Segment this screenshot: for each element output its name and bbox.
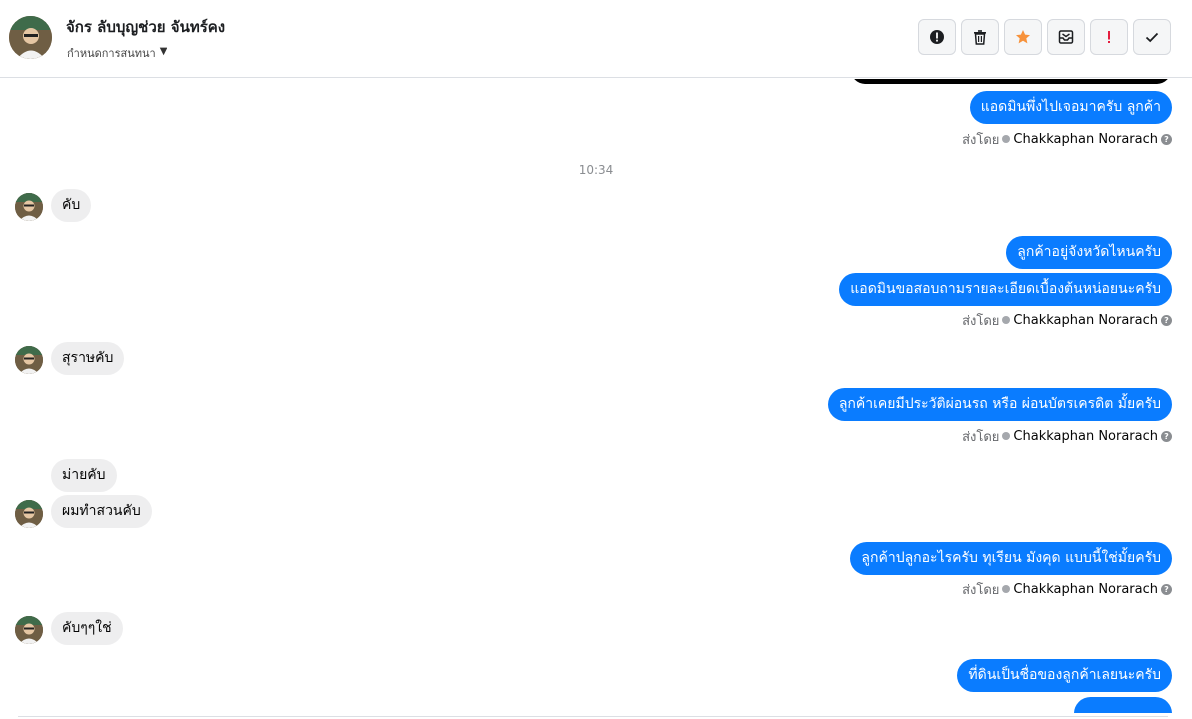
outgoing-message[interactable]: แอดมินพึ่งไปเจอมาครับ ลูกค้า [969,91,1172,124]
agent-name[interactable]: Chakkaphan Norarach [1013,429,1158,444]
agent-name[interactable]: Chakkaphan Norarach [1013,132,1158,147]
report-button[interactable] [918,19,956,55]
contact-avatar [15,193,43,221]
conversation-header: จักร ลับบุญช่วย จันทร์คง กำหนดการสนทนา ▼ [0,0,1192,78]
sent-by-label: ส่งโดย Chakkaphan Norarach ? [962,130,1172,148]
conversation-toolbar [918,19,1171,55]
sent-by-prefix: ส่งโดย [962,313,1000,329]
contact-avatar [15,616,43,644]
incoming-message[interactable]: ม่ายคับ [51,459,117,492]
contact-avatar [15,346,43,374]
outgoing-message-partial[interactable] [1074,697,1172,713]
outgoing-message[interactable]: ลูกค้าอยู่จังหวัดไหนครับ [1006,236,1172,269]
help-icon[interactable]: ? [1161,430,1172,442]
chevron-down-icon: ▼ [159,46,168,57]
sent-by-label: ส่งโดย Chakkaphan Norarach ? [962,427,1172,445]
verified-icon [1002,316,1011,324]
contact-name[interactable]: จักร ลับบุญช่วย จันทร์คง [66,15,225,39]
sent-by-label: ส่งโดย Chakkaphan Norarach ? [962,580,1172,598]
assign-label: กำหนดการสนทนา [67,47,156,60]
verified-icon [1002,432,1011,440]
contact-avatar[interactable] [9,16,52,59]
time-separator: 10:34 [578,163,614,177]
verified-icon [1002,135,1011,143]
sent-by-prefix: ส่งโดย [962,429,1000,445]
incoming-message[interactable]: ผมทำสวนคับ [51,495,152,528]
sent-by-prefix: ส่งโดย [962,132,1000,148]
verified-icon [1002,585,1011,593]
exclamation-icon [1108,31,1110,43]
star-button[interactable] [1004,19,1042,55]
agent-name[interactable]: Chakkaphan Norarach [1013,582,1158,597]
incoming-message[interactable]: สุราษคับ [51,342,125,375]
message-thread[interactable]: แอดมินพึ่งไปเจอมาครับ ลูกค้า ส่งโดย Chak… [0,79,1192,713]
outgoing-message[interactable]: ลูกค้าเคยมีประวัติผ่อนรถ หรือ ผ่อนบัตรเค… [827,388,1172,421]
assign-conversation-dropdown[interactable]: กำหนดการสนทนา ▼ [67,44,167,60]
alert-circle-icon [930,30,944,44]
help-icon[interactable]: ? [1161,583,1172,595]
outgoing-message[interactable]: แอดมินขอสอบถามรายละเอียดเบื้องต้นหน่อยนะ… [839,273,1172,306]
help-icon[interactable]: ? [1161,314,1172,326]
follow-up-button[interactable] [1090,19,1128,55]
sent-by-prefix: ส่งโดย [962,582,1000,598]
incoming-message[interactable]: คับ [51,189,92,222]
trash-icon [974,30,986,45]
image-attachment[interactable] [851,79,1171,84]
agent-name[interactable]: Chakkaphan Norarach [1013,313,1158,328]
mark-done-button[interactable] [1133,19,1171,55]
check-icon [1145,32,1159,43]
move-to-inbox-button[interactable] [1047,19,1085,55]
incoming-message[interactable]: คับๆๆใช่ [51,612,123,645]
contact-avatar [15,500,43,528]
sent-by-label: ส่งโดย Chakkaphan Norarach ? [962,311,1172,329]
outgoing-message[interactable]: ที่ดินเป็นชื่อของลูกค้าเลยนะครับ [957,659,1172,692]
delete-button[interactable] [961,19,999,55]
help-icon[interactable]: ? [1161,133,1172,145]
composer-divider [18,716,1168,717]
inbox-icon [1058,30,1074,44]
star-icon [1016,30,1030,44]
outgoing-message[interactable]: ลูกค้าปลูกอะไรครับ ทุเรียน มังคุด แบบนี้… [850,542,1172,575]
